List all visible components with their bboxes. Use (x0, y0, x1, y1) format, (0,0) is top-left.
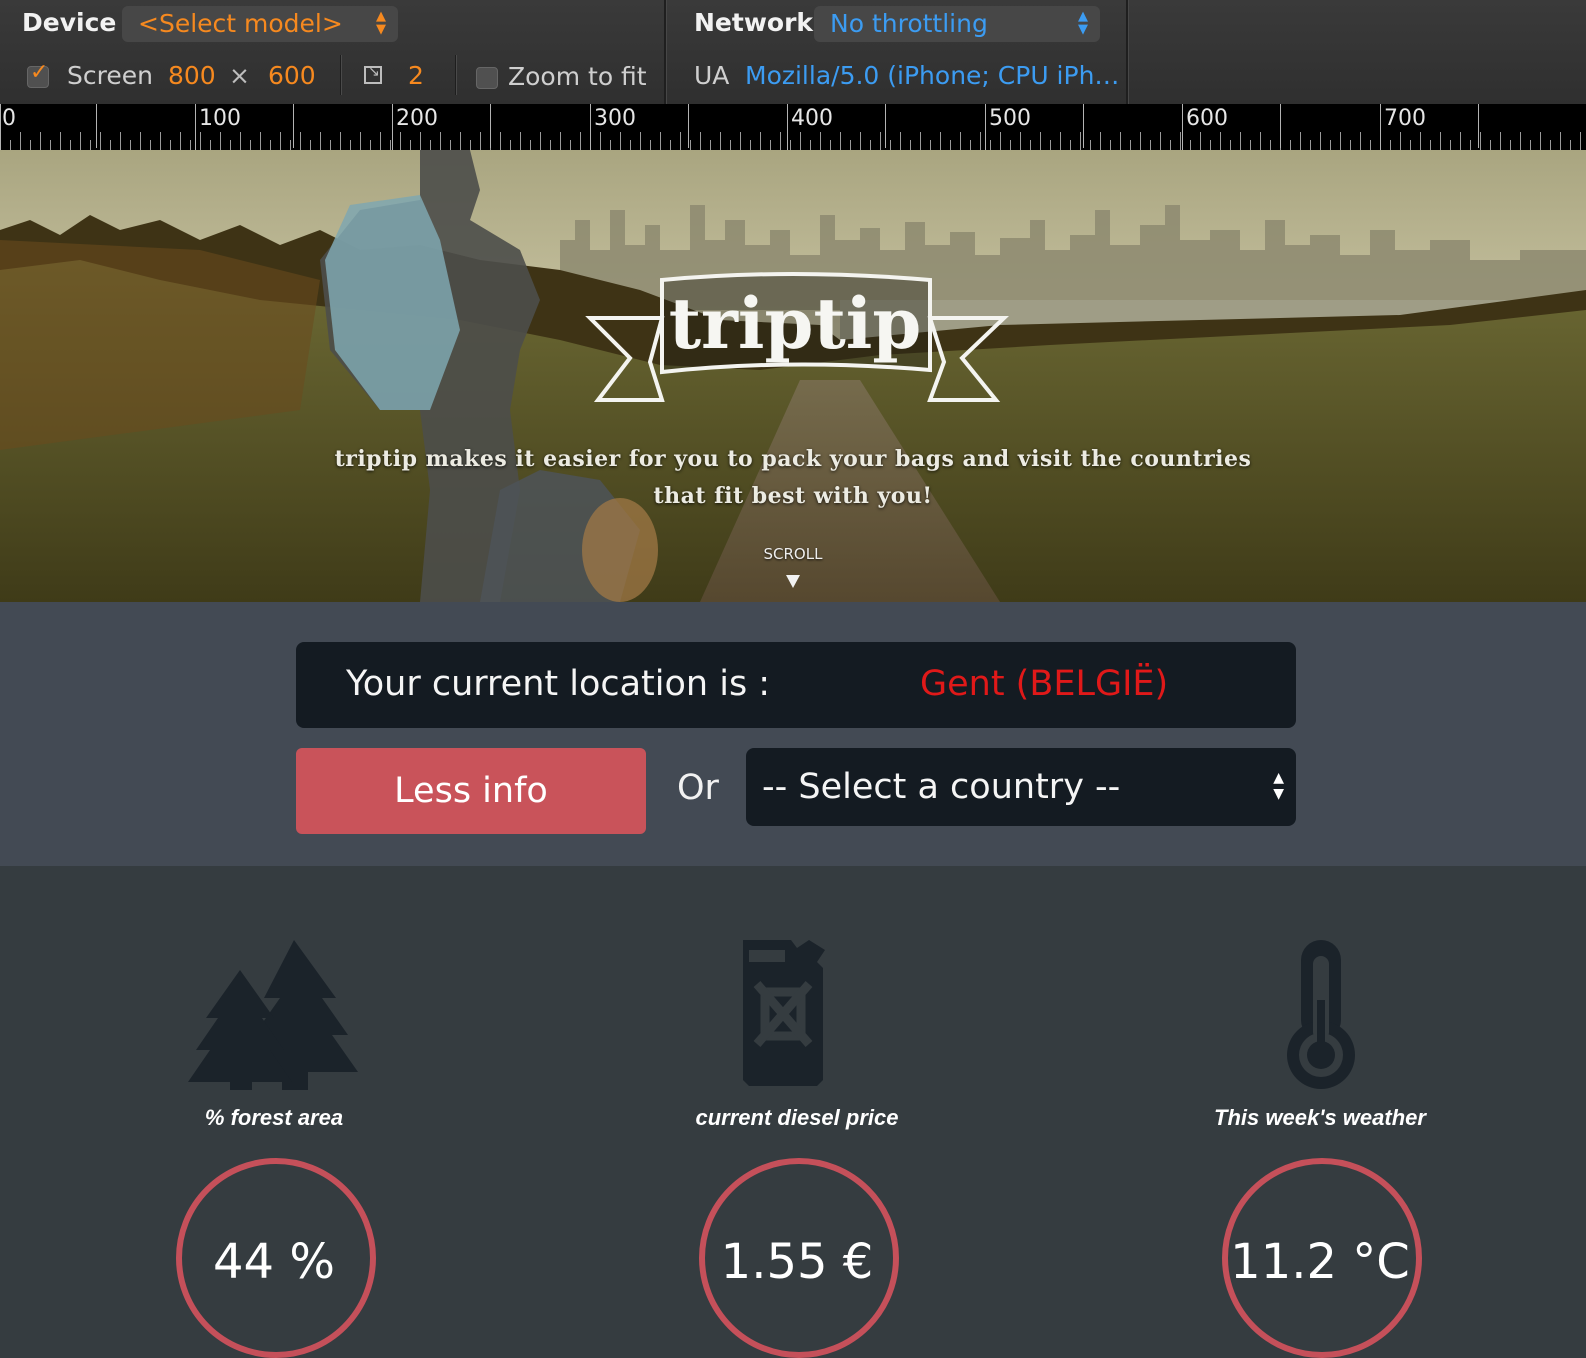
or-label: Or (677, 768, 719, 808)
country-select-value: -- Select a country -- (762, 767, 1121, 807)
ruler-major-tick (195, 104, 196, 150)
ua-label: UA (694, 61, 730, 90)
trees-icon (114, 940, 434, 1090)
ruler-half-tick (490, 104, 491, 148)
pixel-ratio-input[interactable]: 2 (408, 61, 424, 90)
toolbar-divider (340, 55, 342, 95)
ruler-label: 700 (1384, 106, 1426, 131)
network-throttling-value: No throttling (830, 9, 988, 38)
stat-diesel-price: current diesel price 1.55 € (637, 940, 957, 1358)
ruler-label: 0 (2, 106, 16, 131)
ruler-half-tick (688, 104, 689, 148)
toolbar-section-divider (664, 0, 667, 104)
current-location-label: Your current location is : (346, 664, 771, 704)
stat-label: This week's weather (1214, 1105, 1426, 1130)
network-label: Network (694, 8, 814, 37)
screen-checkbox[interactable]: ✓ (27, 60, 49, 88)
thermometer-icon (1160, 940, 1480, 1090)
stat-label: current diesel price (695, 1105, 899, 1130)
horizontal-ruler: 0 100 200 300 400 500 600 700 (0, 104, 1586, 150)
hero-tagline-line1: triptip makes it easier for you to pack … (334, 446, 1252, 472)
device-model-value: <Select model> (138, 9, 343, 38)
ruler-half-tick (885, 104, 886, 148)
ruler-label: 100 (199, 106, 241, 131)
ruler-major-tick (985, 104, 986, 150)
hero-tagline-line2: that fit best with you! (653, 483, 933, 509)
ruler-half-tick (96, 104, 97, 148)
device-emulation-toolbar: Device <Select model> ▲ ▼ ✓ Screen 800 × … (0, 0, 1586, 104)
toolbar-section-divider (1126, 0, 1129, 104)
screen-width-input[interactable]: 800 (168, 61, 216, 90)
ruler-label: 400 (791, 106, 833, 131)
ruler-major-tick (590, 104, 591, 150)
ruler-major-tick (787, 104, 788, 150)
ruler-label: 300 (594, 106, 636, 131)
updown-arrows-icon: ▲ ▼ (376, 9, 386, 37)
scroll-hint[interactable]: SCROLL (0, 545, 1586, 563)
ruler-major-tick (392, 104, 393, 150)
toolbar-divider (455, 55, 457, 95)
hero-banner: triptip triptip makes it easier for you … (0, 150, 1586, 602)
stat-weather: This week's weather 11.2 °C (1160, 940, 1480, 1358)
logo-text: triptip (669, 282, 922, 365)
stat-forest-area: % forest area 44 % (114, 940, 434, 1358)
checkmark-icon: ✓ (30, 60, 49, 85)
network-throttling-select[interactable]: No throttling ▲ ▼ (814, 6, 1100, 42)
jerrycan-icon (637, 940, 957, 1090)
ruler-major-tick (0, 104, 1, 150)
less-info-button[interactable]: Less info (296, 748, 646, 834)
screen-height-input[interactable]: 600 (268, 61, 316, 90)
ruler-half-tick (293, 104, 294, 148)
ruler-half-tick (1280, 104, 1281, 148)
device-pixel-ratio-icon: ↘ (364, 64, 382, 84)
ruler-major-tick (1380, 104, 1381, 150)
ruler-label: 200 (396, 106, 438, 131)
ruler-major-tick (1182, 104, 1183, 150)
ruler-label: 500 (989, 106, 1031, 131)
hero-landscape-illustration: triptip (0, 150, 1586, 602)
ruler-half-tick (1478, 104, 1479, 148)
screen-times-sign: × (229, 61, 250, 90)
current-location-value: Gent (BELGIË) (920, 664, 1169, 704)
zoom-to-fit-label: Zoom to fit (508, 62, 647, 91)
current-location-panel: Your current location is : Gent (BELGIË) (296, 642, 1296, 728)
ruler-label: 600 (1186, 106, 1228, 131)
device-label: Device (22, 8, 117, 37)
device-model-select[interactable]: <Select model> ▲ ▼ (122, 6, 398, 42)
ruler-half-tick (1083, 104, 1084, 148)
country-select[interactable]: -- Select a country -- ▲ ▼ (746, 748, 1296, 826)
stat-value: 11.2 °C (1230, 1234, 1410, 1290)
location-section: Your current location is : Gent (BELGIË)… (0, 602, 1586, 866)
updown-arrows-icon: ▲ ▼ (1078, 9, 1088, 37)
user-agent-input[interactable]: Mozilla/5.0 (iPhone; CPU iPh… (745, 61, 1119, 90)
zoom-to-fit-checkbox[interactable] (476, 67, 498, 89)
scroll-down-arrow-icon[interactable] (786, 575, 800, 588)
screen-label: Screen (67, 61, 153, 90)
stat-value: 44 % (213, 1234, 335, 1290)
updown-arrows-icon: ▲ ▼ (1273, 770, 1284, 802)
stat-label: % forest area (204, 1105, 344, 1130)
stat-value: 1.55 € (720, 1234, 874, 1290)
